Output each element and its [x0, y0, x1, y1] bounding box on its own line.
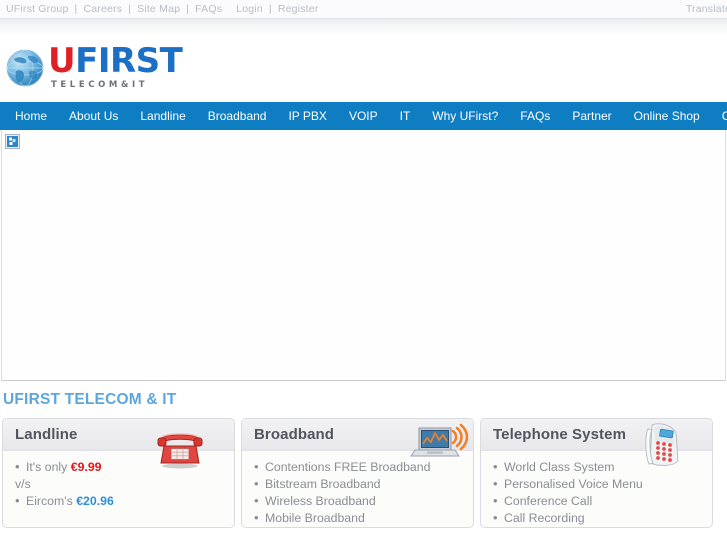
- globe-icon: [4, 47, 46, 89]
- promo-box-telephone-system[interactable]: Telephone System • World Class System • …: [480, 418, 713, 528]
- promo-box-row: Landline It's: [0, 418, 727, 528]
- translate-widget[interactable]: Translate: [686, 0, 727, 18]
- nav-item-why-ufirst[interactable]: Why UFirst?: [421, 102, 509, 130]
- translate-label[interactable]: Translate: [686, 3, 727, 15]
- nav-item-home[interactable]: Home: [4, 102, 58, 130]
- header-gradient: [0, 20, 727, 34]
- nav-item-partner[interactable]: Partner: [561, 102, 622, 130]
- hero-banner[interactable]: [1, 130, 726, 381]
- site-logo[interactable]: UFIRST TELECOM&IT: [4, 41, 183, 92]
- list-item: Automated Call Routing /: [493, 526, 498, 527]
- utility-link-site-map[interactable]: Site Map: [137, 3, 180, 15]
- utility-link-careers[interactable]: Careers: [83, 3, 122, 15]
- promo-list: World Class System Personalised Voice Me…: [493, 458, 702, 527]
- list-item: Mobile Broadband: [254, 509, 463, 527]
- utility-link-register[interactable]: Register: [278, 3, 319, 15]
- utility-separator: |: [74, 3, 78, 15]
- logo-tagline: TELECOM&IT: [51, 80, 149, 91]
- list-item: Call Recording: [493, 509, 702, 527]
- nav-item-voip[interactable]: VOIP: [338, 102, 389, 130]
- main-navigation: Home About Us Landline Broadband IP PBX …: [0, 102, 727, 130]
- nav-item-faqs[interactable]: FAQs: [509, 102, 561, 130]
- utility-separator: |: [268, 3, 272, 15]
- utility-link-login[interactable]: Login: [236, 3, 263, 15]
- promo-list: Contentions FREE Broadband Bitstream Bro…: [254, 458, 463, 527]
- logo-wordmark: UFIRST TELECOM&IT: [48, 41, 183, 92]
- utility-separator: |: [186, 3, 190, 15]
- list-item: Bitstream Broadband: [254, 475, 463, 493]
- promo-list: Eircom's €20.96: [15, 492, 224, 510]
- price-value: €20.96: [76, 494, 114, 508]
- promo-list: It's only €9.99: [15, 458, 224, 476]
- nav-item-ip-pbx[interactable]: IP PBX: [277, 102, 337, 130]
- nav-item-it[interactable]: IT: [389, 102, 422, 130]
- logo-band: UFIRST TELECOM&IT: [0, 34, 727, 102]
- utility-separator: |: [128, 3, 132, 15]
- logo-letter-u: U: [48, 41, 76, 82]
- promo-box-title: Broadband: [254, 426, 335, 443]
- versus-label: v/s: [15, 477, 31, 491]
- promo-box-body: It's only €9.99 v/s Eircom's €20.96: [3, 451, 234, 510]
- promo-box-title: Landline: [15, 426, 78, 443]
- nav-item-broadband[interactable]: Broadband: [197, 102, 278, 130]
- list-item: Eircom's €20.96: [15, 492, 224, 510]
- nav-item-online-shop[interactable]: Online Shop: [623, 102, 711, 130]
- list-item: World Class System: [493, 458, 702, 476]
- list-item: Personalised Voice Menu: [493, 475, 702, 493]
- price-value: €9.99: [70, 460, 102, 474]
- list-item: Conference Call: [493, 492, 702, 510]
- list-item: Wireless Broadband: [254, 492, 463, 510]
- nav-item-landline[interactable]: Landline: [129, 102, 196, 130]
- promo-box-landline[interactable]: Landline It's: [2, 418, 235, 528]
- promo-box-title: Telephone System: [493, 426, 627, 443]
- page-title: UFIRST TELECOM & IT: [3, 391, 177, 408]
- utility-link-faqs[interactable]: FAQs: [195, 3, 222, 15]
- utility-bar: UFirst Group | Careers | Site Map | FAQs…: [0, 0, 727, 18]
- utility-link-ufirst-group[interactable]: UFirst Group: [6, 3, 69, 15]
- logo-text-first: FIRST: [75, 41, 183, 82]
- promo-box-body: Contentions FREE Broadband Bitstream Bro…: [242, 451, 473, 527]
- broken-image-icon: [5, 134, 20, 149]
- promo-box-broadband[interactable]: Broadband • Contentions FREE Broadband •…: [241, 418, 474, 528]
- nav-item-about-us[interactable]: About Us: [58, 102, 129, 130]
- list-item: Contentions FREE Broadband: [254, 458, 463, 476]
- list-item-text: Eircom's: [26, 494, 77, 508]
- nav-item-contact-us[interactable]: Contact Us: [711, 102, 727, 130]
- list-item: It's only €9.99: [15, 458, 224, 476]
- list-item-text: It's only: [26, 460, 71, 474]
- promo-box-body: World Class System Personalised Voice Me…: [481, 451, 712, 527]
- page-root: UFirst Group | Careers | Site Map | FAQs…: [0, 0, 727, 545]
